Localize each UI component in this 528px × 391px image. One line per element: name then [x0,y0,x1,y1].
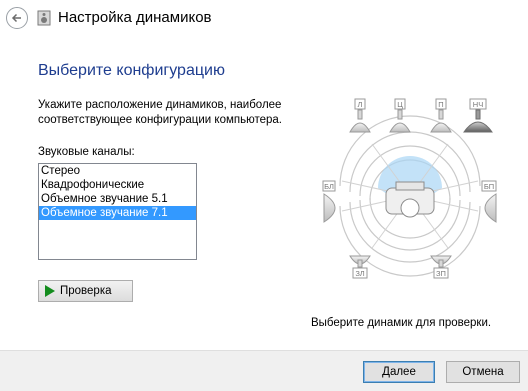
label-rear-left: ЗЛ [355,269,364,278]
test-button[interactable]: Проверка [38,280,133,302]
test-button-label: Проверка [60,285,112,297]
hint-text: Выберите динамик для проверки. [311,317,492,329]
speaker-front-left[interactable]: Л [349,98,371,133]
footer-bar: Далее Отмена [0,350,528,391]
label-front-left: Л [358,100,363,109]
label-side-right: БП [484,182,494,191]
speaker-side-right[interactable]: БП [481,180,497,223]
speaker-front-right[interactable]: П [430,98,452,133]
label-rear-right: ЗП [436,269,446,278]
list-item-surround-5-1[interactable]: Объемное звучание 5.1 [39,192,196,206]
label-subwoofer: НЧ [473,100,483,109]
channels-listbox[interactable]: Стерео Квадрофонические Объемное звучани… [38,163,197,260]
cancel-button[interactable]: Отмена [446,361,520,383]
label-side-left: БЛ [324,182,334,191]
list-item-quadraphonic[interactable]: Квадрофонические [39,178,196,192]
speaker-diagram: Л Ц П НЧ БЛ БП ЗЛ ЗП [322,98,497,279]
speaker-subwoofer[interactable]: НЧ [463,98,493,133]
speaker-app-icon [37,10,51,26]
back-button[interactable] [6,7,28,29]
list-item-stereo[interactable]: Стерео [39,164,196,178]
instruction-text: Укажите расположение динамиков, наиболее… [38,99,282,126]
page-heading: Выберите конфигурацию [38,62,225,79]
speaker-side-left[interactable]: БЛ [322,180,336,223]
speaker-rear-left[interactable]: ЗЛ [349,255,371,279]
list-item-surround-7-1[interactable]: Объемное звучание 7.1 [39,206,196,220]
window-title: Настройка динамиков [58,9,212,26]
back-arrow-icon [11,13,21,23]
channels-label: Звуковые каналы: [38,146,135,158]
speaker-rear-right[interactable]: ЗП [430,255,452,279]
label-front-right: П [438,100,443,109]
label-center: Ц [397,100,403,109]
play-icon [45,285,55,297]
title-bar: Настройка динамиков [0,0,528,36]
next-button[interactable]: Далее [363,361,435,383]
